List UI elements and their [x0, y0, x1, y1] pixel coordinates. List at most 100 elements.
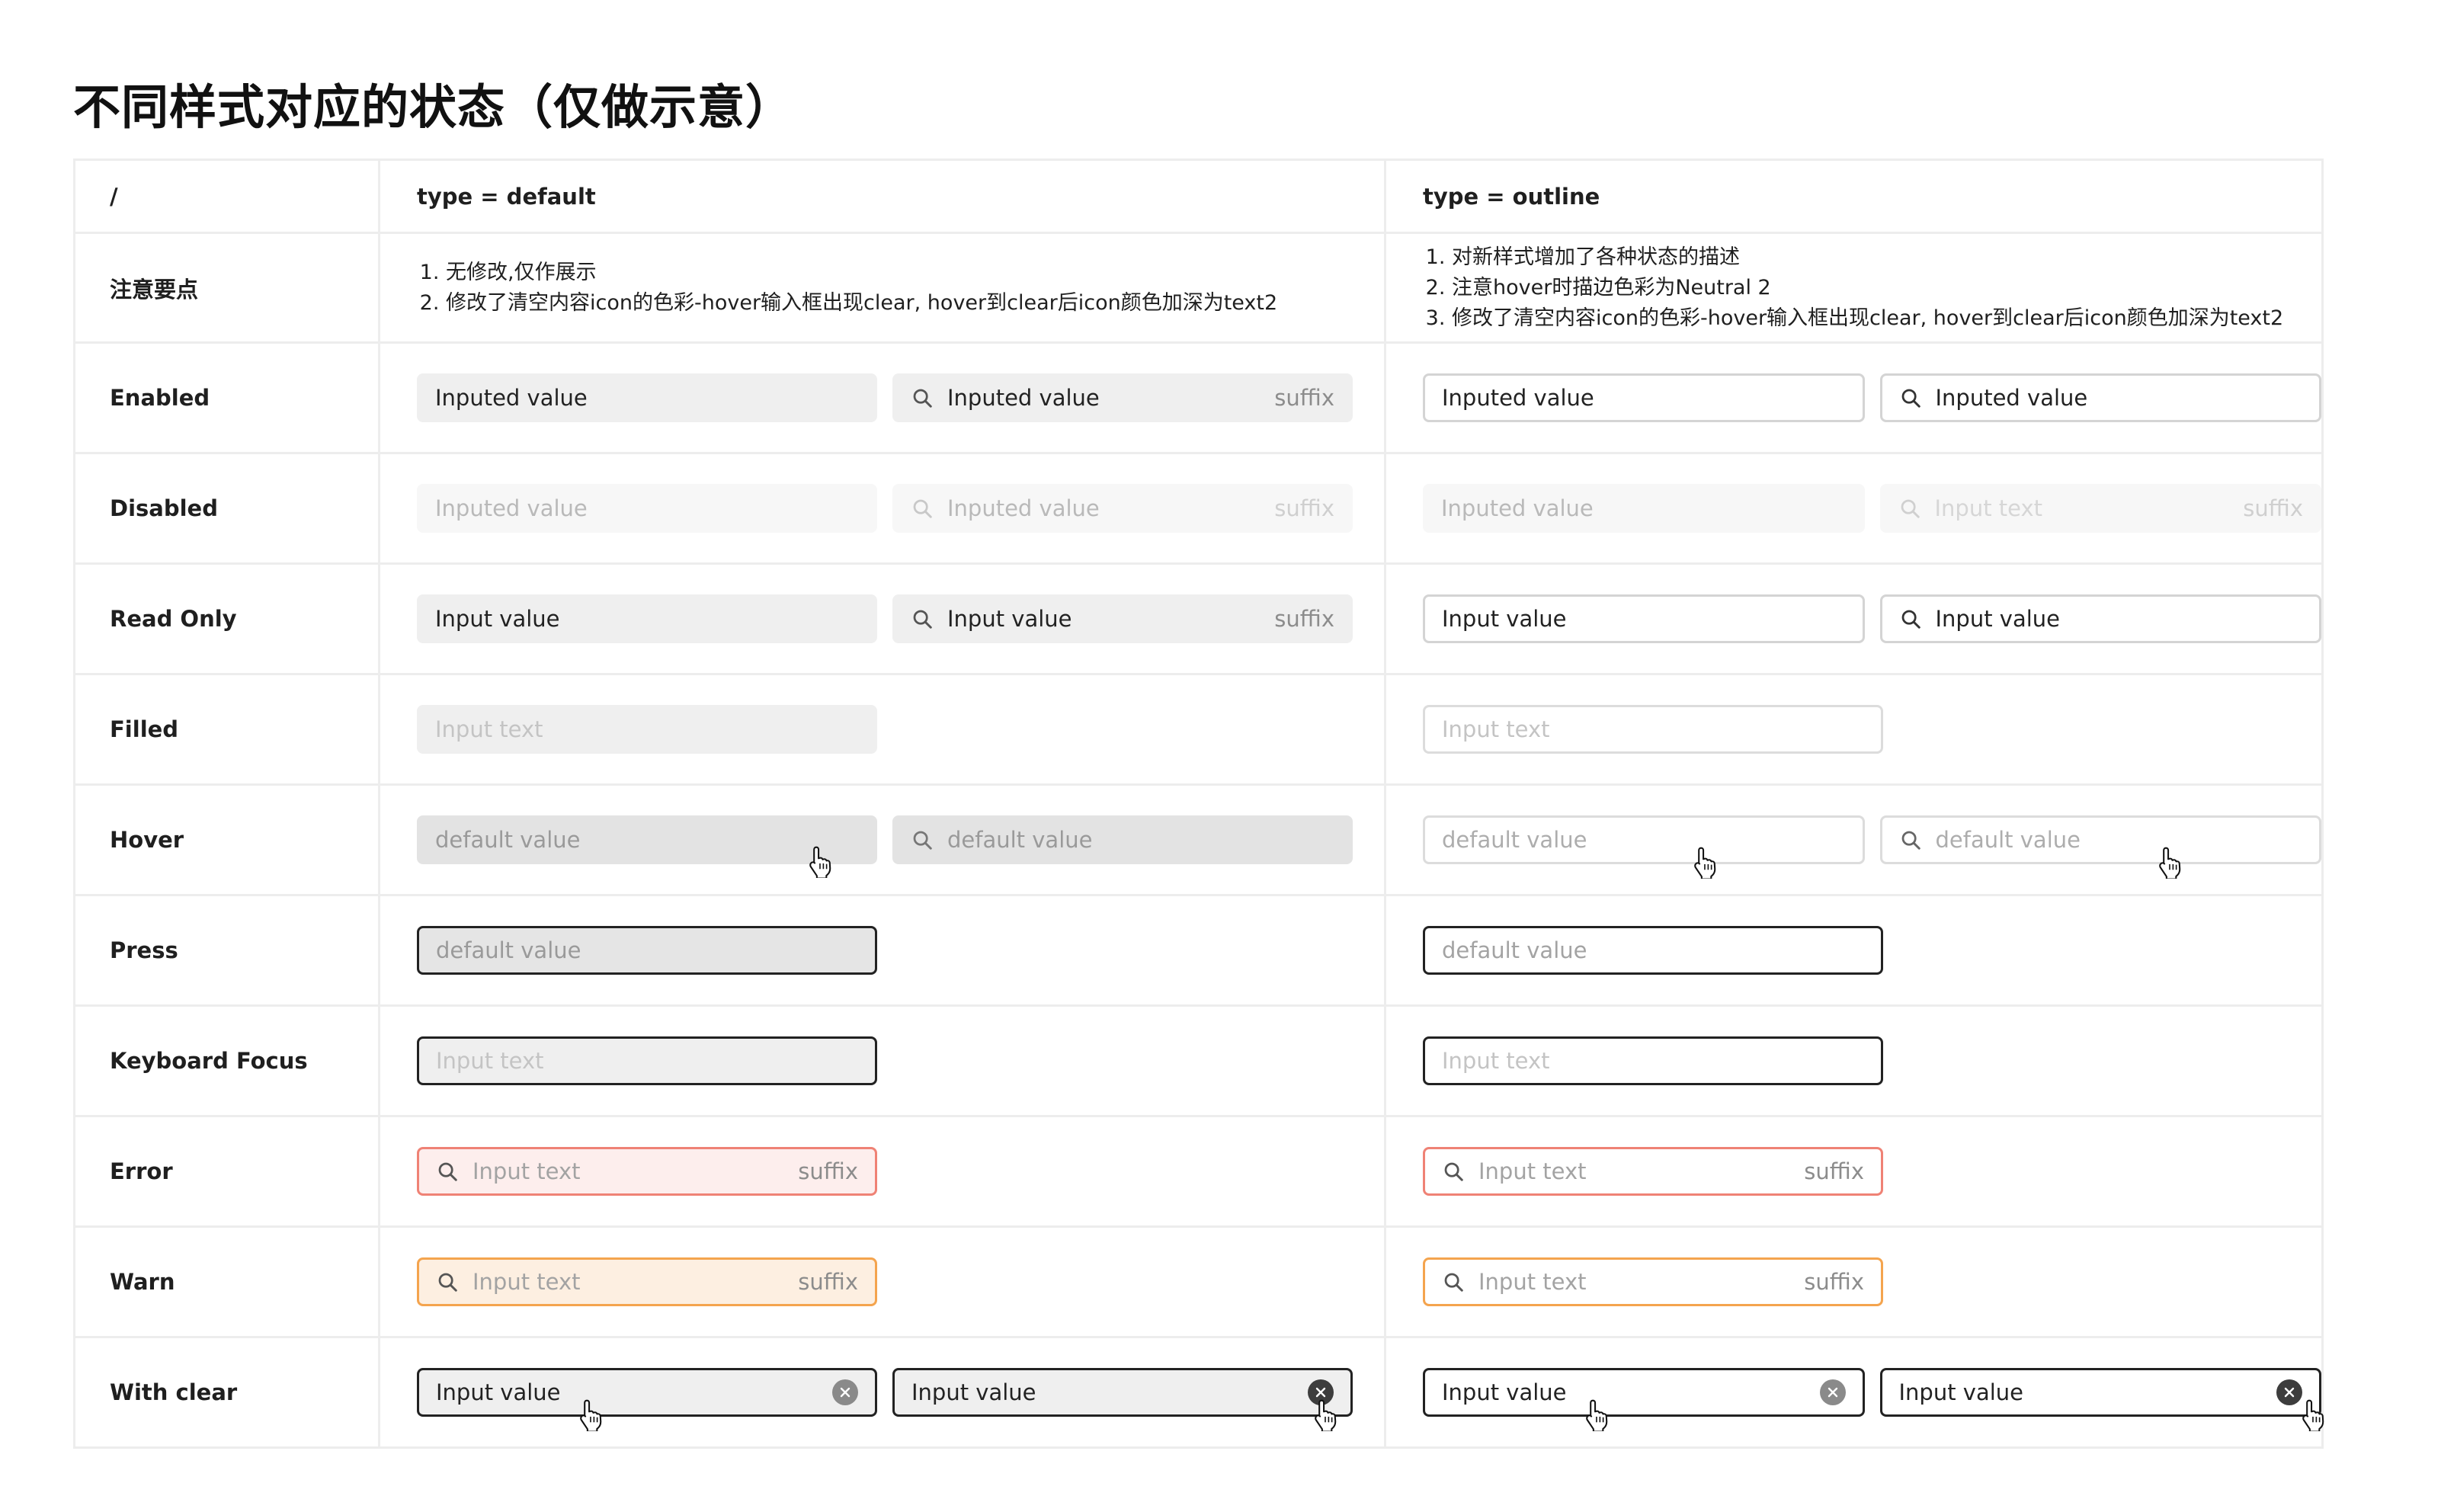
search-icon: [1899, 607, 1922, 630]
input-placeholder: Input text: [1478, 1269, 1587, 1295]
search-icon: [911, 497, 934, 520]
input-value: default value: [947, 827, 1093, 853]
clear-default-input-hovered[interactable]: Input value: [892, 1368, 1353, 1417]
input-suffix: suffix: [798, 1269, 858, 1295]
search-icon: [1898, 497, 1921, 520]
input-value: Input value: [911, 1379, 1036, 1405]
hover-default-cell: default value default value: [380, 786, 1386, 896]
filled-outline-input[interactable]: Input text: [1423, 705, 1883, 754]
input-suffix: suffix: [1274, 606, 1334, 632]
input-value: Inputed value: [435, 385, 588, 411]
input-value: Input value: [1442, 606, 1567, 632]
search-icon: [436, 1270, 459, 1293]
input-suffix: suffix: [1804, 1158, 1864, 1184]
note-item: 对新样式增加了各种状态的描述: [1452, 242, 2283, 273]
input-placeholder: Input text: [1442, 1048, 1550, 1074]
input-suffix: suffix: [2243, 495, 2303, 521]
press-default-input[interactable]: default value: [417, 926, 877, 975]
clear-icon[interactable]: [2276, 1379, 2302, 1405]
hover-outline-input[interactable]: default value: [1423, 815, 1865, 864]
focus-outline-cell: Input text: [1386, 1007, 2324, 1117]
row-label-filled: Filled: [75, 675, 380, 786]
input-placeholder: Input text: [472, 1158, 581, 1184]
note-item: 修改了清空内容icon的色彩-hover输入框出现clear, hover到cl…: [1452, 303, 2283, 334]
input-value: Input value: [1442, 1379, 1567, 1405]
input-placeholder: Input text: [436, 1048, 544, 1074]
input-value: Input value: [436, 1379, 561, 1405]
input-value: Input value: [1898, 1379, 2024, 1405]
focus-default-input[interactable]: Input text: [417, 1036, 877, 1085]
disabled-outline-search-input: Input text suffix: [1879, 484, 2321, 533]
input-value: Input value: [1935, 606, 2061, 632]
input-value: Inputed value: [1442, 385, 1594, 411]
notes-outline-list: 对新样式增加了各种状态的描述 注意hover时描边色彩为Neutral 2 修改…: [1423, 242, 2283, 334]
enabled-default-search-input[interactable]: Inputed value suffix: [892, 373, 1353, 422]
clear-icon[interactable]: [1308, 1379, 1334, 1405]
enabled-outline-cell: Inputed value Inputed value: [1386, 344, 2324, 454]
notes-outline: 对新样式增加了各种状态的描述 注意hover时描边色彩为Neutral 2 修改…: [1386, 234, 2324, 344]
clear-outline-input-hovered[interactable]: Input value: [1879, 1368, 2322, 1417]
clear-outline-cell: Input value Input value: [1386, 1338, 2324, 1449]
row-label-disabled: Disabled: [75, 454, 380, 565]
warn-default-search-input[interactable]: Input text suffix: [417, 1257, 877, 1306]
focus-outline-input[interactable]: Input text: [1423, 1036, 1883, 1085]
press-outline-input[interactable]: default value: [1423, 926, 1883, 975]
enabled-default-input[interactable]: Inputed value: [417, 373, 877, 422]
row-label-readonly: Read Only: [75, 565, 380, 675]
search-icon: [1442, 1270, 1465, 1293]
hover-outline-cell: default value default value: [1386, 786, 2324, 896]
enabled-default-cell: Inputed value Inputed value suffix: [380, 344, 1386, 454]
error-default-search-input[interactable]: Input text suffix: [417, 1147, 877, 1196]
filled-default-cell: Input text: [380, 675, 1386, 786]
header-corner: /: [75, 161, 380, 234]
input-value: default value: [436, 937, 581, 963]
disabled-default-cell: Inputed value Inputed value suffix: [380, 454, 1386, 565]
input-suffix: suffix: [798, 1158, 858, 1184]
row-label-warn: Warn: [75, 1228, 380, 1338]
press-default-cell: default value: [380, 896, 1386, 1007]
warn-default-cell: Input text suffix: [380, 1228, 1386, 1338]
disabled-default-input: Inputed value: [417, 484, 877, 533]
filled-default-input[interactable]: Input text: [417, 705, 877, 754]
input-placeholder: Input text: [472, 1269, 581, 1295]
warn-outline-search-input[interactable]: Input text suffix: [1423, 1257, 1883, 1306]
error-outline-search-input[interactable]: Input text suffix: [1423, 1147, 1883, 1196]
row-label-notes: 注意要点: [75, 234, 380, 344]
input-value: default value: [435, 827, 581, 853]
input-value: Input value: [947, 606, 1072, 632]
clear-outline-input[interactable]: Input value: [1423, 1368, 1865, 1417]
column-header-default: type = default: [380, 161, 1386, 234]
note-item: 无修改,仅作展示: [446, 258, 1277, 288]
readonly-outline-input[interactable]: Input value: [1423, 594, 1865, 643]
search-icon: [1442, 1160, 1465, 1183]
enabled-outline-search-input[interactable]: Inputed value: [1879, 373, 2321, 422]
readonly-default-cell: Input value Input value suffix: [380, 565, 1386, 675]
hover-default-search-input[interactable]: default value: [892, 815, 1353, 864]
focus-default-cell: Input text: [380, 1007, 1386, 1117]
search-icon: [436, 1160, 459, 1183]
input-suffix: suffix: [1274, 385, 1334, 411]
error-outline-cell: Input text suffix: [1386, 1117, 2324, 1228]
input-value: Inputed value: [1935, 385, 2088, 411]
row-label-keyboard-focus: Keyboard Focus: [75, 1007, 380, 1117]
notes-default-list: 无修改,仅作展示 修改了清空内容icon的色彩-hover输入框出现clear,…: [417, 258, 1277, 319]
input-placeholder: Input text: [435, 716, 543, 742]
hover-default-input[interactable]: default value: [417, 815, 877, 864]
hover-outline-search-input[interactable]: default value: [1879, 815, 2321, 864]
clear-icon[interactable]: [1819, 1379, 1846, 1405]
input-value: default value: [1442, 827, 1587, 853]
row-label-hover: Hover: [75, 786, 380, 896]
input-value: Inputed value: [1441, 495, 1594, 521]
readonly-default-input[interactable]: Input value: [417, 594, 877, 643]
clear-default-input[interactable]: Input value: [417, 1368, 877, 1417]
readonly-default-search-input[interactable]: Input value suffix: [892, 594, 1353, 643]
search-icon: [1899, 828, 1922, 851]
enabled-outline-input[interactable]: Inputed value: [1423, 373, 1865, 422]
row-label-enabled: Enabled: [75, 344, 380, 454]
input-suffix: suffix: [1804, 1269, 1864, 1295]
clear-icon[interactable]: [832, 1379, 858, 1405]
notes-default: 无修改,仅作展示 修改了清空内容icon的色彩-hover输入框出现clear,…: [380, 234, 1386, 344]
state-table: / type = default type = outline 注意要点 无修改…: [73, 159, 2324, 1449]
readonly-outline-search-input[interactable]: Input value: [1879, 594, 2321, 643]
input-value: default value: [1935, 827, 2081, 853]
